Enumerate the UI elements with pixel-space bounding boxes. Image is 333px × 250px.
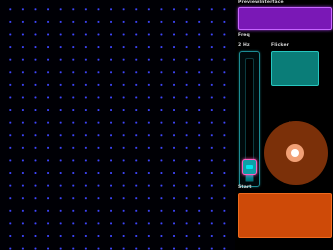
freq-slider-handle-grip xyxy=(246,165,253,169)
range-knob-ring xyxy=(286,144,304,162)
range-knob-center xyxy=(291,149,299,157)
preview-label: PreviewInterface xyxy=(238,0,284,5)
start-button[interactable] xyxy=(238,193,332,238)
start-label: Start xyxy=(238,185,252,190)
freq-slider[interactable] xyxy=(239,51,260,187)
freq-label: Freq xyxy=(238,33,250,38)
range-knob[interactable] xyxy=(264,121,328,185)
freq-value: 2 Hz xyxy=(238,43,250,48)
freq-slider-handle[interactable] xyxy=(242,159,257,175)
flicker-button[interactable] xyxy=(271,51,319,86)
preview-interface-button[interactable] xyxy=(238,7,332,30)
flicker-label: Flicker xyxy=(271,43,290,48)
dot-grid-canvas[interactable] xyxy=(0,0,235,250)
